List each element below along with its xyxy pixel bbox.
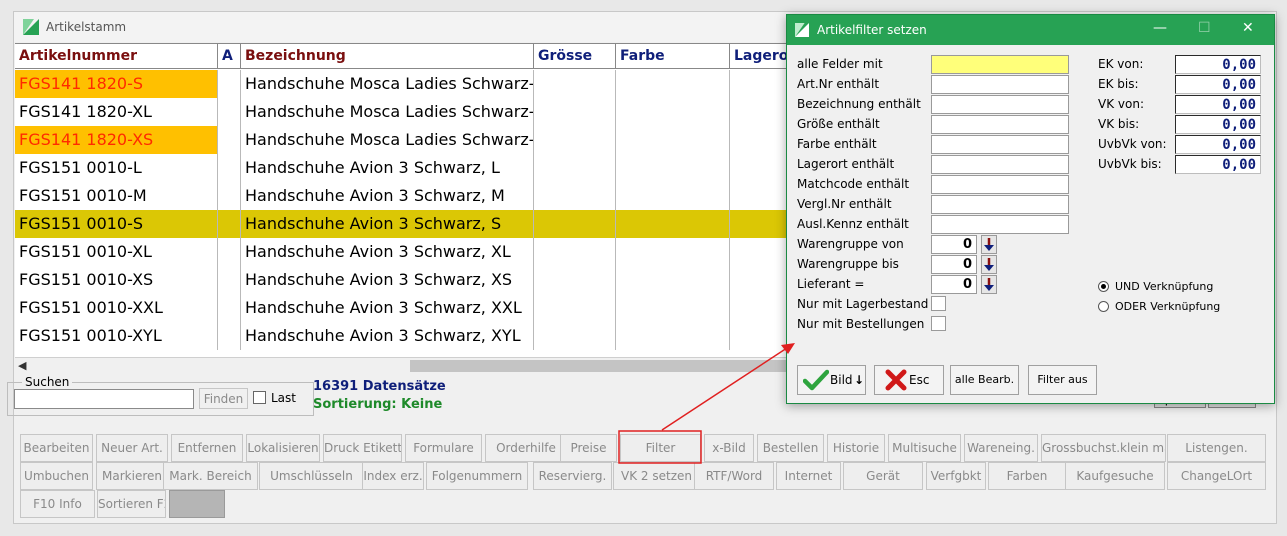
- highlight-box: [618, 430, 702, 464]
- annotation-overlay: [618, 343, 795, 464]
- annotation-arrow-head: [781, 343, 795, 354]
- annotation-arrow-line: [661, 345, 791, 431]
